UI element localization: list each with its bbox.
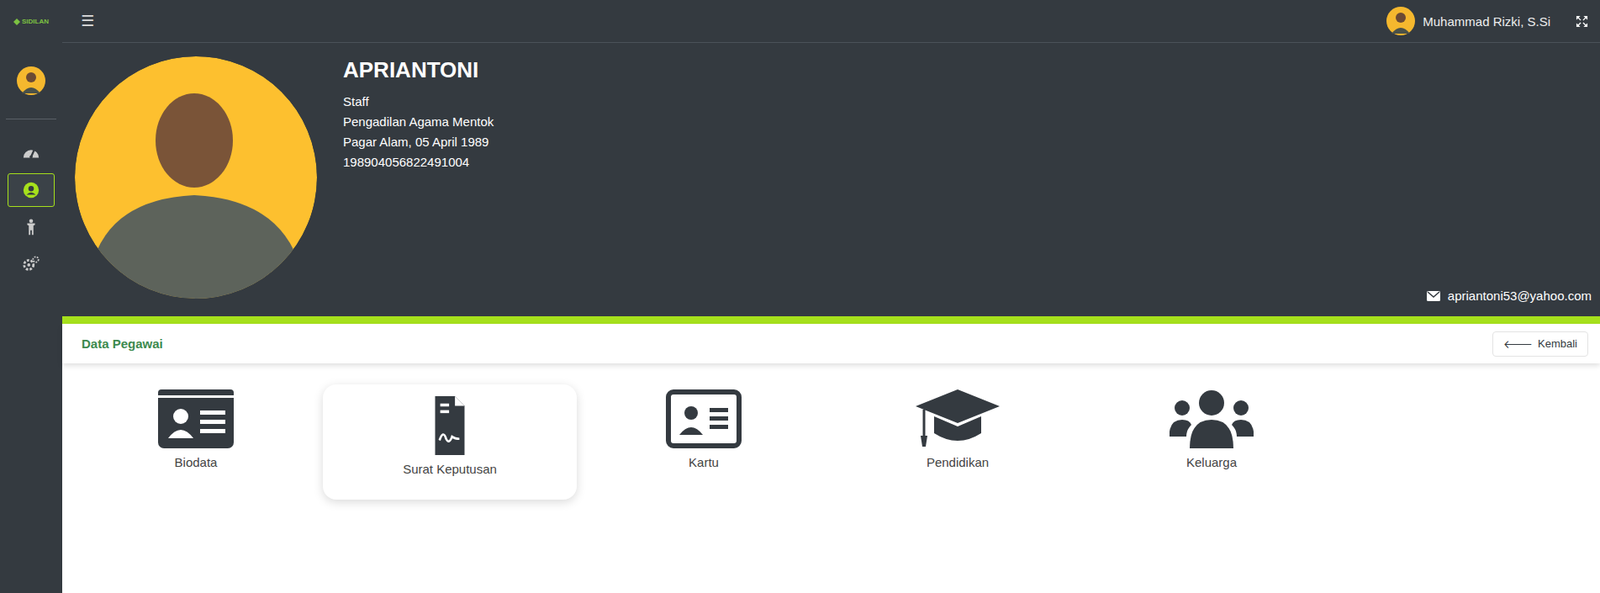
- sidebar-avatar-icon[interactable]: [16, 66, 46, 96]
- section-bar: Data Pegawai 🡐Kembali: [62, 323, 1600, 364]
- user-avatar-icon: [1386, 6, 1416, 36]
- back-button[interactable]: 🡐Kembali: [1492, 331, 1589, 357]
- profile-header: APRIANTONI Staff Pengadilan Agama Mentok…: [62, 42, 1600, 317]
- users-icon: [1169, 389, 1254, 449]
- section-title: Data Pegawai: [81, 336, 164, 351]
- logo-text: SIDILAN: [21, 17, 49, 26]
- logo-icon: [13, 18, 21, 26]
- logo[interactable]: SIDILAN: [13, 0, 49, 43]
- contract-document-icon: [407, 396, 492, 455]
- menu-label: Biodata: [174, 454, 218, 470]
- menu-card[interactable]: Pendidikan: [830, 384, 1085, 500]
- sidebar-item[interactable]: [7, 247, 55, 281]
- envelope-icon: [1426, 290, 1441, 301]
- menu-grid: Biodata Surat Keputusan Kartu Pendidikan…: [62, 363, 1600, 500]
- profile-office: Pengadilan Agama Mentok: [343, 111, 494, 133]
- id-card-icon: [153, 389, 238, 449]
- sidebar-divider: [5, 118, 57, 120]
- profile-info: APRIANTONI Staff Pengadilan Agama Mentok…: [343, 56, 494, 303]
- profile-position: Staff: [343, 91, 494, 112]
- topbar: ☰ Muhammad Rizki, S.Si: [62, 0, 1600, 43]
- menu-label: Kartu: [688, 454, 719, 470]
- sidebar: SIDILAN: [0, 0, 63, 593]
- sidebar-item[interactable]: [7, 210, 55, 244]
- profile-name: APRIANTONI: [343, 56, 494, 84]
- menu-label: Pendidikan: [926, 454, 989, 470]
- user-menu[interactable]: Muhammad Rizki, S.Si: [1386, 6, 1551, 36]
- menu-card[interactable]: Kartu: [576, 384, 831, 500]
- menu-card[interactable]: Surat Keputusan: [322, 384, 577, 500]
- id-card-outline-icon: [661, 389, 746, 449]
- fullscreen-icon[interactable]: [1575, 15, 1589, 28]
- menu-card[interactable]: Biodata: [68, 384, 323, 500]
- menu-card[interactable]: Keluarga: [1084, 384, 1339, 500]
- dashboard-icon: [21, 143, 41, 163]
- main: ☰ Muhammad Rizki, S.Si APRIANTONI Staff …: [62, 0, 1600, 593]
- sidebar-item[interactable]: [7, 136, 55, 170]
- user-circle-icon: [21, 180, 41, 200]
- sidebar-item[interactable]: [7, 173, 55, 207]
- person-icon: [21, 217, 41, 237]
- profile-email: apriantoni53@yahoo.com: [1426, 288, 1592, 303]
- profile-birth: Pagar Alam, 05 April 1989: [343, 132, 494, 153]
- menu-label: Keluarga: [1186, 454, 1237, 470]
- menu-toggle-button[interactable]: ☰: [80, 11, 95, 31]
- user-name: Muhammad Rizki, S.Si: [1422, 14, 1551, 29]
- graduation-cap-icon: [915, 389, 1000, 449]
- accent-stripe: [62, 316, 1600, 324]
- app-root: SIDILAN ☰ Muhammad Rizki, S.Si APRIANTON…: [0, 0, 1600, 593]
- menu-label: Surat Keputusan: [402, 461, 497, 476]
- gears-icon: [21, 254, 41, 274]
- profile-photo: [74, 56, 317, 299]
- profile-nip: 198904056822491004: [343, 152, 494, 173]
- back-arrow-icon: 🡐: [1503, 337, 1533, 351]
